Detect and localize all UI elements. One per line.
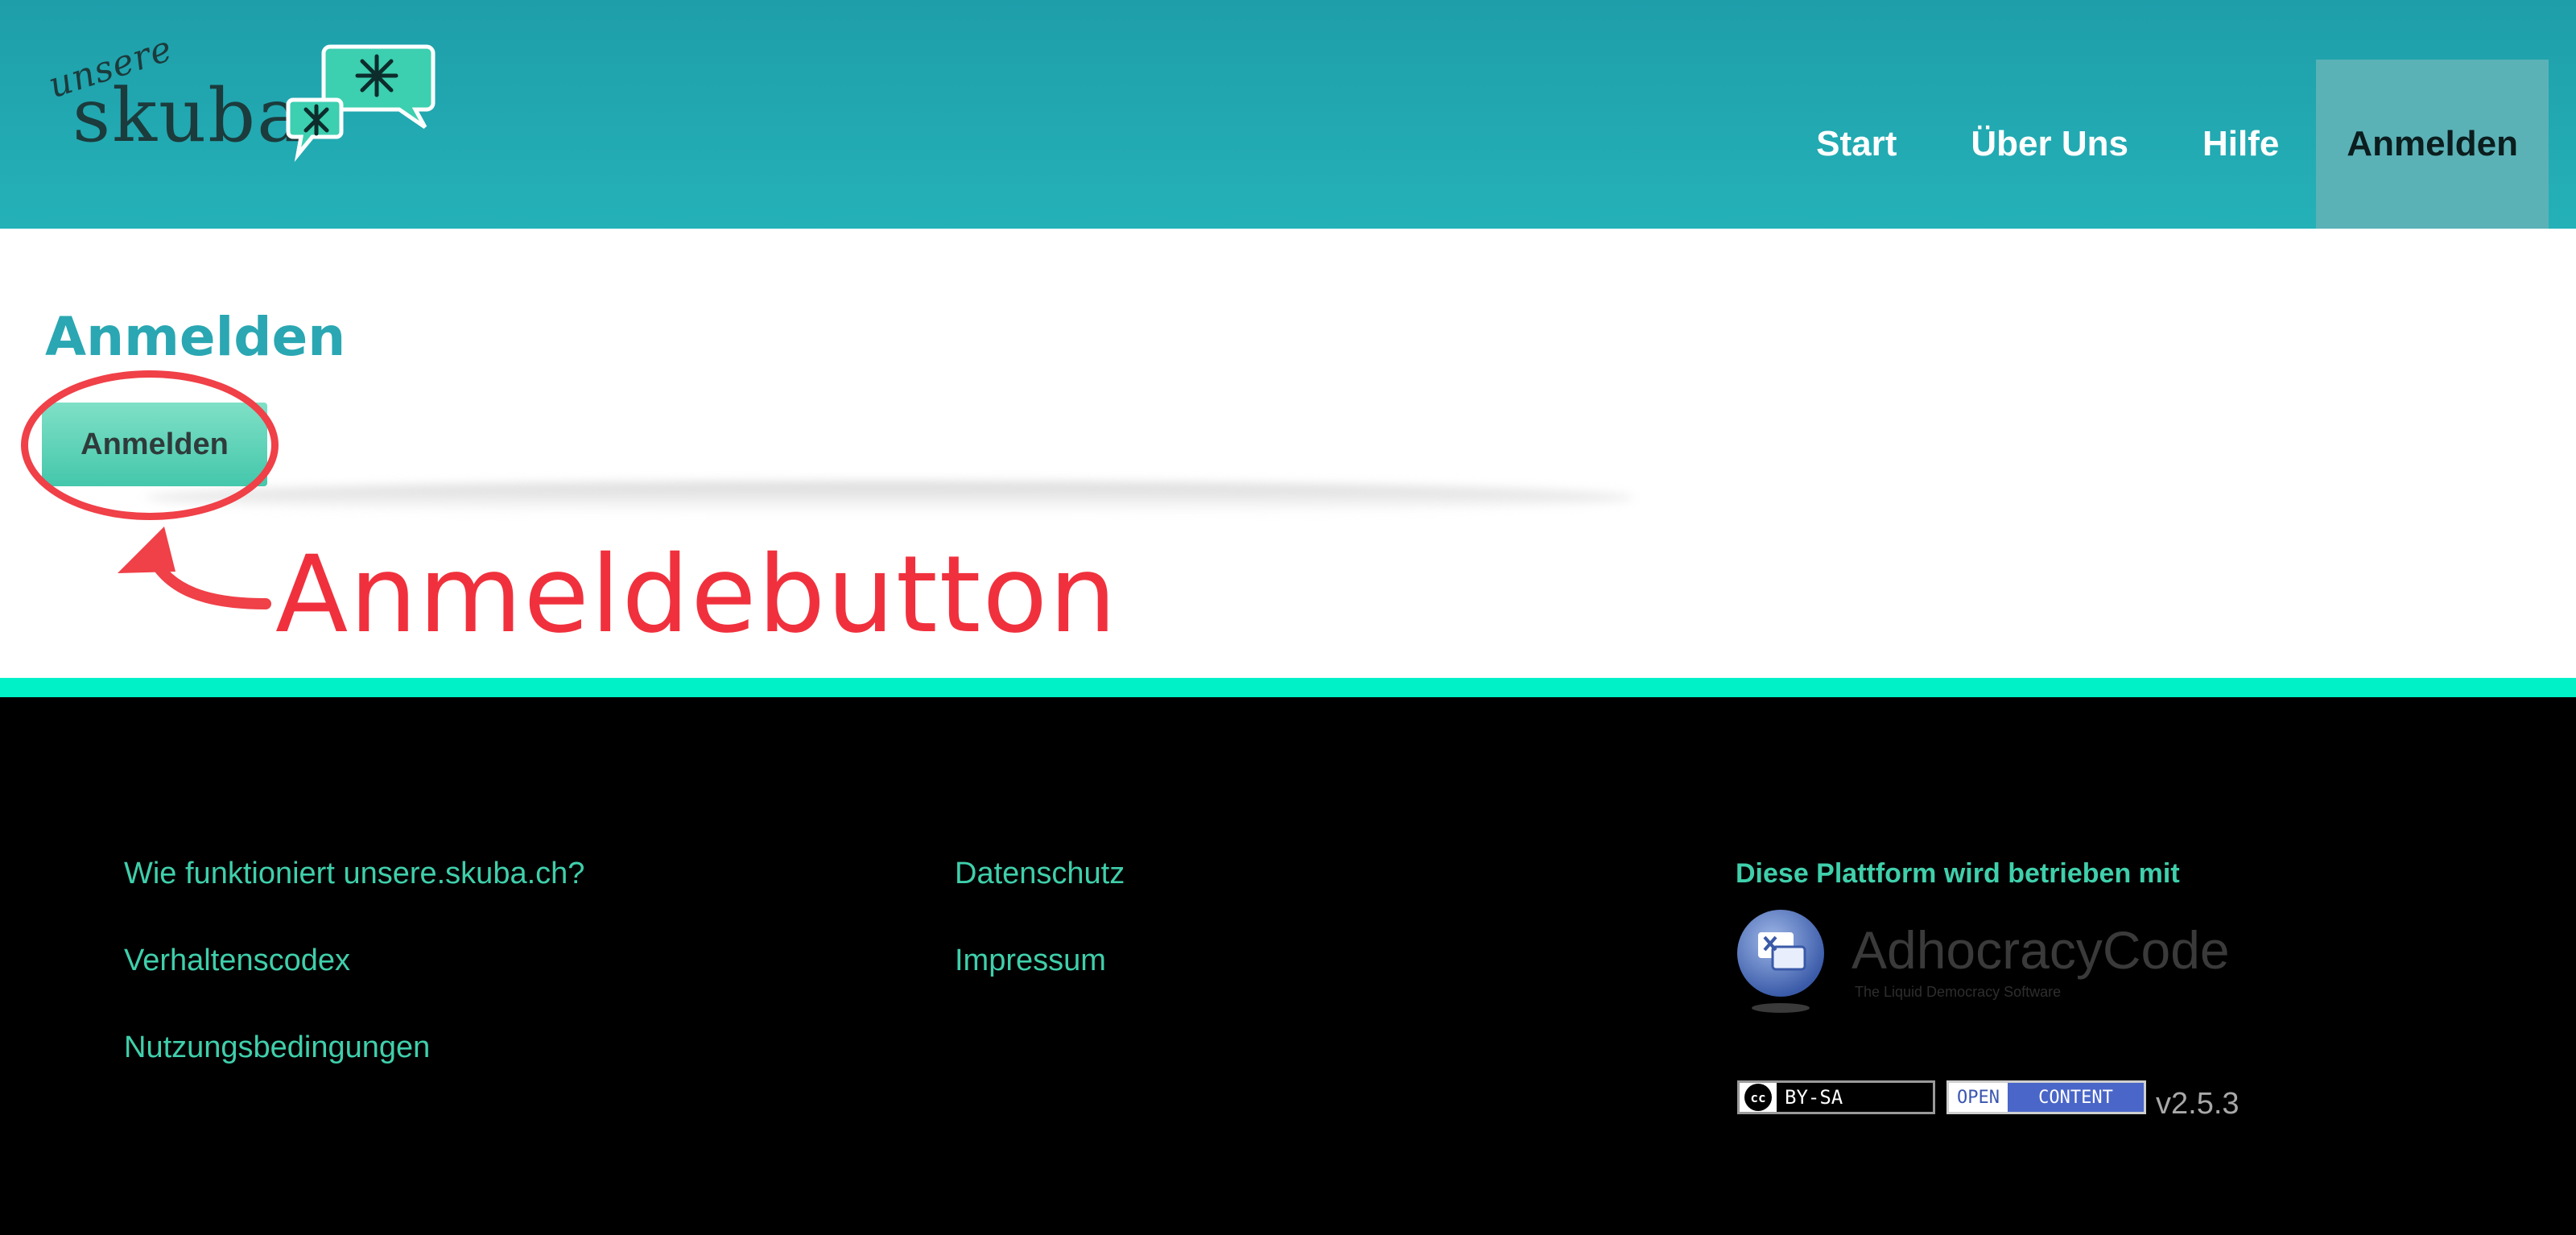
- version-text: v2.5.3: [2156, 1087, 2240, 1121]
- cc-license-text: BY-SA: [1777, 1083, 1933, 1112]
- logo-big-text: skuba: [72, 72, 303, 159]
- footer-accent-line: [0, 678, 2576, 697]
- powered-by-text: Diese Plattform wird betrieben mit: [1736, 858, 2180, 889]
- adhocracy-name: AdhocracyCode: [1852, 920, 2230, 980]
- annotation-arrow-icon: [118, 527, 271, 609]
- adhocracy-chat-icon: [1737, 910, 1824, 1013]
- footer-link-impressum[interactable]: Impressum: [955, 944, 1106, 978]
- site-logo[interactable]: unsere skuba: [40, 28, 436, 163]
- page-title: Anmelden: [45, 306, 346, 368]
- footer-link-how-it-works[interactable]: Wie funktioniert unsere.skuba.ch?: [124, 857, 584, 891]
- nav-item-hilfe[interactable]: Hilfe: [2165, 60, 2316, 229]
- footer-link-nutzungsbedingungen[interactable]: Nutzungsbedingungen: [124, 1031, 430, 1065]
- annotation-label: Anmeldebutton: [275, 533, 1118, 657]
- footer-link-datenschutz[interactable]: Datenschutz: [955, 857, 1125, 891]
- annotation-circle: [21, 370, 279, 520]
- open-content-content: CONTENT: [2007, 1083, 2144, 1112]
- adhocracy-tagline: The Liquid Democracy Software: [1855, 984, 2062, 1000]
- login-panel-shadow: [145, 481, 1634, 514]
- open-content-badge[interactable]: OPEN CONTENT: [1946, 1080, 2146, 1114]
- nav-item-ueber-uns[interactable]: Über Uns: [1934, 60, 2165, 229]
- cc-license-badge[interactable]: cc BY-SA: [1737, 1080, 1935, 1114]
- cc-icon: cc: [1744, 1084, 1772, 1111]
- adhocracy-logo[interactable]: AdhocracyCode The Liquid Democracy Softw…: [1736, 905, 2230, 1018]
- open-content-open: OPEN: [1949, 1083, 2008, 1112]
- nav-item-anmelden[interactable]: Anmelden: [2316, 60, 2549, 229]
- site-header: unsere skuba Start Über Uns Hilfe Anmeld…: [0, 0, 2576, 229]
- speech-bubbles-icon: [286, 44, 436, 163]
- nav-item-start[interactable]: Start: [1779, 60, 1934, 229]
- footer-link-verhaltenscodex[interactable]: Verhaltenscodex: [124, 944, 350, 978]
- main-nav: Start Über Uns Hilfe Anmelden: [1779, 60, 2549, 229]
